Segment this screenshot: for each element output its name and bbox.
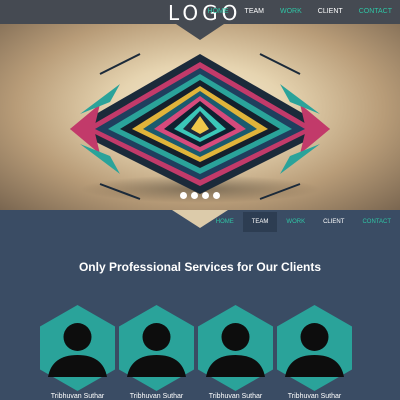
slider-dots bbox=[0, 192, 400, 199]
member-avatar-icon bbox=[277, 305, 352, 391]
member-name: Tribhuvan Suthar bbox=[50, 393, 105, 400]
team-member-card[interactable]: Tribhuvan Suthar bbox=[198, 305, 273, 400]
slider-dot[interactable] bbox=[191, 192, 198, 199]
top-navigation: HOME TEAM WORK CLIENT CONTACT bbox=[200, 0, 400, 24]
nav-home[interactable]: HOME bbox=[200, 0, 237, 24]
member-avatar-icon bbox=[40, 305, 115, 391]
slider-dot[interactable] bbox=[202, 192, 209, 199]
secondary-navigation: HOME TEAM WORK CLIENT CONTACT bbox=[207, 212, 400, 232]
nav2-contact[interactable]: CONTACT bbox=[353, 212, 400, 232]
member-avatar-icon bbox=[198, 305, 273, 391]
member-name: Tribhuvan Suthar bbox=[208, 393, 263, 400]
nav2-work[interactable]: WORK bbox=[277, 212, 314, 232]
team-list: Tribhuvan Suthar Tribhuvan Suthar Tribhu… bbox=[40, 305, 370, 400]
team-member-card[interactable]: Tribhuvan Suthar bbox=[40, 305, 115, 400]
hero-geometric-artwork bbox=[70, 53, 330, 203]
nav-contact[interactable]: CONTACT bbox=[351, 0, 400, 24]
member-name: Tribhuvan Suthar bbox=[129, 393, 184, 400]
nav2-client[interactable]: CLIENT bbox=[314, 212, 353, 232]
team-member-card[interactable]: Tribhuvan Suthar bbox=[277, 305, 352, 400]
slider-dot[interactable] bbox=[213, 192, 220, 199]
member-name: Tribhuvan Suthar bbox=[287, 393, 342, 400]
nav2-home[interactable]: HOME bbox=[207, 212, 243, 232]
section-title: Only Professional Services for Our Clien… bbox=[78, 260, 322, 274]
hero-slider bbox=[0, 24, 400, 210]
team-member-card[interactable]: Tribhuvan Suthar bbox=[119, 305, 194, 400]
slider-dot[interactable] bbox=[180, 192, 187, 199]
nav-work[interactable]: WORK bbox=[272, 0, 310, 24]
nav-client[interactable]: CLIENT bbox=[310, 0, 351, 24]
member-avatar-icon bbox=[119, 305, 194, 391]
nav-team[interactable]: TEAM bbox=[237, 0, 272, 24]
nav2-team[interactable]: TEAM bbox=[242, 212, 278, 232]
